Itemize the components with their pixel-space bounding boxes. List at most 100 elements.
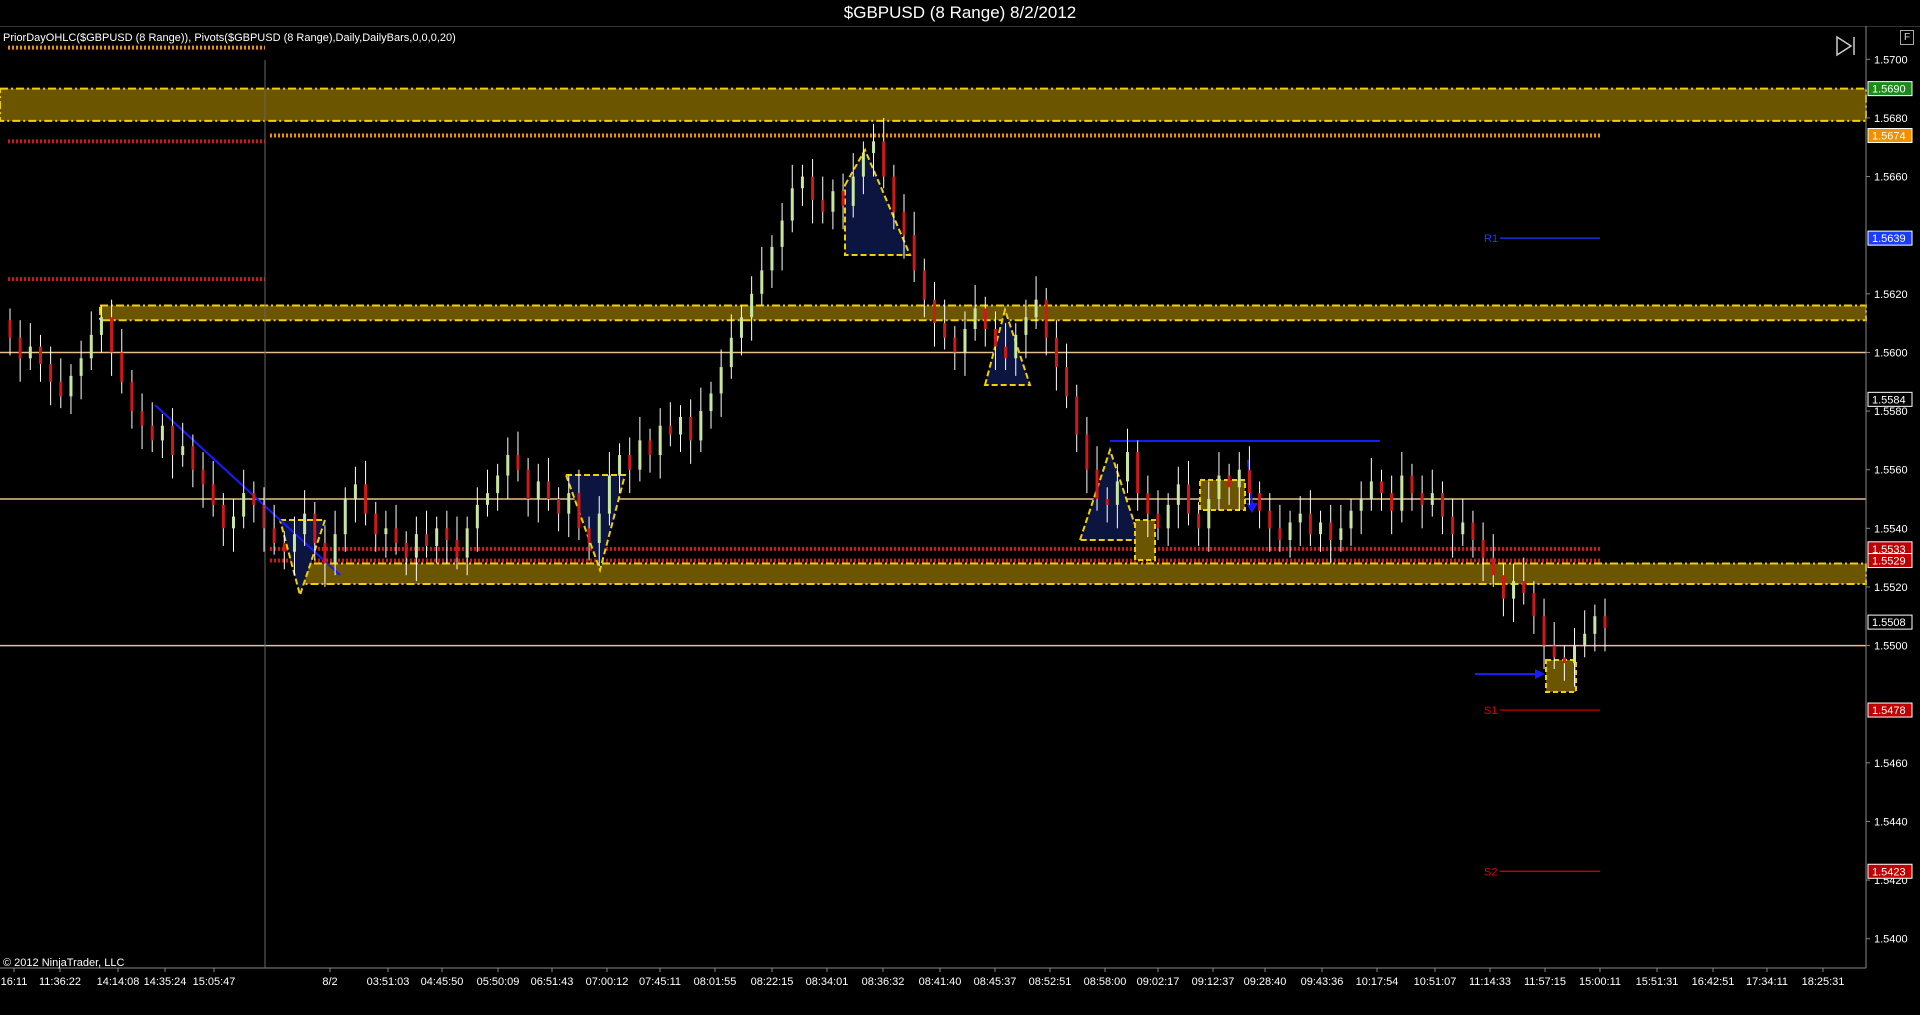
time-tick-label: 08:01:55 <box>694 976 737 988</box>
time-tick-label: 08:22:15 <box>751 976 794 988</box>
price-tick-label: 1.5560 <box>1874 465 1908 477</box>
bar-body <box>445 528 449 541</box>
bar-body <box>557 499 561 514</box>
bar-body <box>353 484 357 499</box>
bar-body <box>1014 334 1018 359</box>
bar-body <box>8 320 12 338</box>
zone-3 <box>297 562 1867 586</box>
bar-body <box>414 534 418 558</box>
price-bars <box>8 117 1607 687</box>
bar-body <box>1217 475 1221 499</box>
bar-body <box>699 411 703 441</box>
bar-body <box>1400 475 1404 511</box>
bar-body <box>1197 513 1201 529</box>
bar-body <box>1379 481 1383 494</box>
bar-body <box>922 270 926 300</box>
pattern-shape <box>564 474 627 574</box>
bar-body <box>983 308 987 329</box>
time-tick-label: 08:45:37 <box>974 976 1017 988</box>
pivot-s2-label: S2 <box>1484 866 1497 878</box>
bar-body <box>1085 434 1089 470</box>
bar-body <box>719 367 723 394</box>
supply-demand-zones <box>0 87 1867 586</box>
bar-body <box>821 200 825 212</box>
time-tick-label: 08:36:32 <box>862 976 905 988</box>
time-tick-label: 06:51:43 <box>531 976 574 988</box>
bar-body <box>516 455 520 470</box>
bar-body <box>882 141 886 177</box>
pattern-box <box>1545 659 1577 693</box>
bar-body <box>1390 493 1394 511</box>
price-flag-label: 1.5674 <box>1872 131 1906 143</box>
bar-body <box>475 504 479 529</box>
bar-body <box>1369 481 1373 499</box>
price-flag-label: 1.5508 <box>1872 617 1906 629</box>
bar-body <box>1440 493 1444 517</box>
bar-body <box>303 513 307 535</box>
bar-body <box>1481 540 1485 558</box>
price-flag-label: 1.5529 <box>1872 556 1906 568</box>
price-tick-label: 1.5500 <box>1874 641 1908 653</box>
price-flag-label: 1.5423 <box>1872 866 1906 878</box>
bar-body <box>1075 396 1079 435</box>
bar-body <box>343 499 347 535</box>
bar-body <box>689 416 693 441</box>
zone-1 <box>0 87 1867 122</box>
bar-body <box>374 513 378 535</box>
arrow-head-down <box>1246 503 1258 513</box>
time-tick-label: 18:25:31 <box>1802 976 1845 988</box>
price-tick-label: 1.5460 <box>1874 758 1908 770</box>
bar-body <box>1126 452 1130 482</box>
bar-body <box>1349 510 1353 529</box>
price-tick-label: 1.5660 <box>1874 172 1908 184</box>
bar-body <box>739 317 743 338</box>
bar-body <box>861 153 865 177</box>
price-tick-label: 1.5540 <box>1874 523 1908 535</box>
time-tick-label: 8/2 <box>322 976 337 988</box>
bar-body <box>160 425 164 441</box>
time-tick-label: 17:34:11 <box>1746 976 1788 988</box>
bar-body <box>1024 317 1028 335</box>
bar-body <box>1329 522 1333 541</box>
bar-body <box>831 191 835 212</box>
time-tick-label: 07:00:12 <box>586 976 629 988</box>
bar-body <box>526 469 530 499</box>
bar-body <box>465 528 469 558</box>
bar-body <box>150 425 154 441</box>
bar-body <box>1298 513 1302 523</box>
price-chart[interactable]: R1 S1 S2 1.5700 1.5680 1.5660 1.5620 1.5600 1.5… <box>0 0 1920 1015</box>
zone-2 <box>99 304 1867 322</box>
price-tick-label: 1.5440 <box>1874 816 1908 828</box>
bar-body <box>1512 581 1516 599</box>
price-flag-label: 1.5639 <box>1872 233 1906 245</box>
bar-body <box>1115 481 1119 505</box>
time-tick-label: 07:45:11 <box>639 976 681 988</box>
time-tick-label: 03:51:03 <box>367 976 410 988</box>
bar-body <box>1095 469 1099 499</box>
bar-body <box>902 211 906 236</box>
bar-body <box>912 235 916 271</box>
price-tick-label: 1.5400 <box>1874 934 1908 946</box>
bar-body <box>892 176 896 212</box>
bar-body <box>1278 528 1282 541</box>
bar-body <box>851 176 855 206</box>
bar-body <box>628 455 632 470</box>
bar-body <box>1044 299 1048 338</box>
bar-body <box>1552 645 1556 658</box>
time-tick-label: 09:02:17 <box>1137 976 1180 988</box>
bar-body <box>252 493 256 505</box>
bar-body <box>963 328 967 353</box>
bar-body <box>18 337 22 359</box>
bar-body <box>973 308 977 329</box>
bar-body <box>191 446 195 470</box>
bar-body <box>1247 469 1251 494</box>
bar-body <box>364 484 368 514</box>
bar-body <box>536 481 540 499</box>
price-tick-label: 1.5680 <box>1874 113 1908 125</box>
bar-body <box>1583 633 1587 646</box>
arrow-head <box>1535 669 1545 679</box>
bar-body <box>455 540 459 558</box>
time-axis: 16:11 11:36:22 14:14:08 14:35:24 15:05:47 8/2… <box>0 60 1866 988</box>
bar-body <box>333 534 337 564</box>
bar-body <box>272 528 276 543</box>
